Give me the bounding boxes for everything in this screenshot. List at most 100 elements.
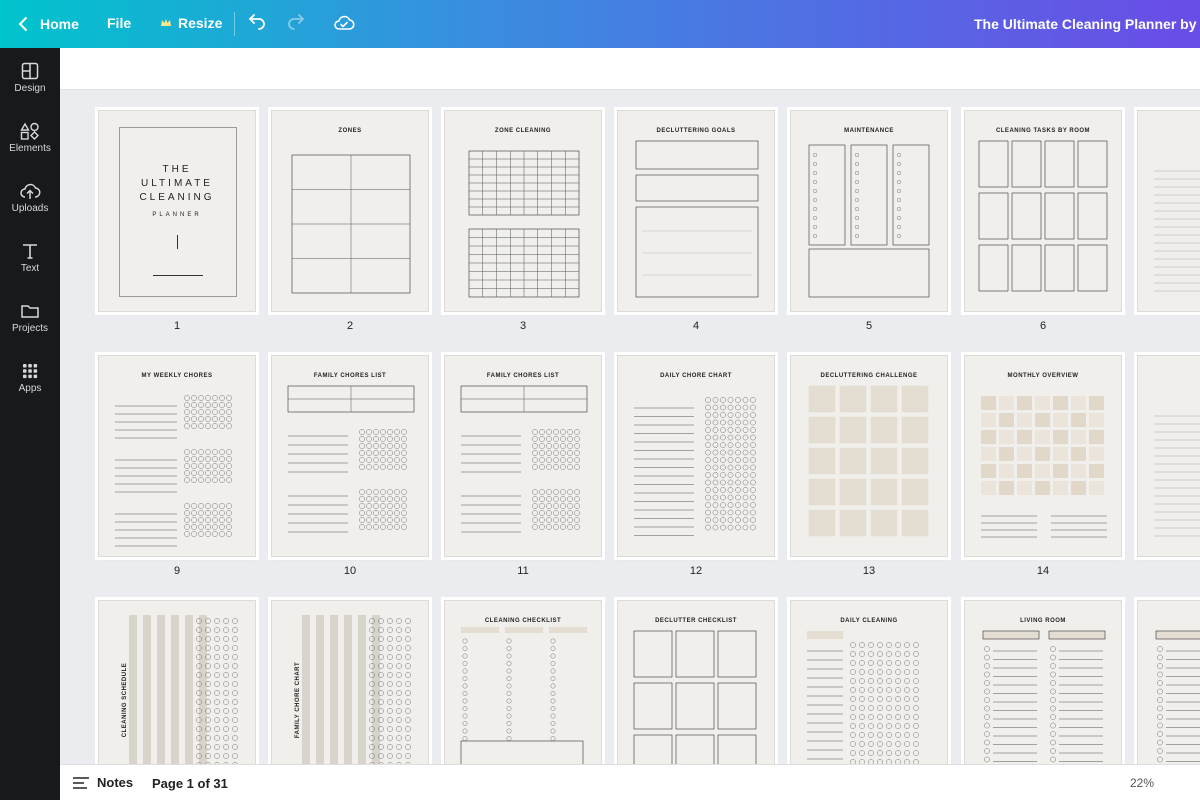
page-number: 14: [1036, 565, 1050, 577]
redo-icon: [288, 14, 305, 30]
page-thumbnail-graphic: [981, 396, 1107, 538]
page-thumbnail-graphic: [460, 385, 588, 533]
page-thumbnail-graphic: [634, 397, 756, 536]
sidebar-item-label: Projects: [11, 323, 49, 334]
page-thumbnail[interactable]: LIVING ROOM: [964, 600, 1122, 764]
editor-header-strip: [60, 48, 1200, 90]
undo-button[interactable]: [247, 13, 267, 38]
cloud-upload-icon: [20, 183, 41, 199]
page-thumbnail[interactable]: CLEA: [1137, 355, 1200, 557]
page-thumbnail[interactable]: [1137, 600, 1200, 764]
page-thumbnail[interactable]: ZONE CLEANING: [444, 110, 602, 312]
resize-label: Resize: [178, 15, 223, 31]
crown-icon: [161, 19, 171, 26]
home-button[interactable]: Home: [16, 14, 79, 34]
page-thumbnail-graphic: [460, 627, 587, 764]
page-thumbnail-graphic: [635, 140, 759, 298]
sidebar-item-label: Design: [14, 83, 46, 94]
sidebar-item-elements[interactable]: Elements: [0, 122, 60, 154]
notes-button[interactable]: Notes: [72, 775, 133, 790]
cloud-check-icon: [334, 15, 355, 30]
cover-title-line: ULTIMATE: [141, 178, 213, 189]
page-indicator[interactable]: Page 1 of 31: [152, 776, 228, 791]
cover-subtitle: PLANNER: [152, 212, 202, 218]
sidebar-item-uploads[interactable]: Uploads: [0, 182, 60, 214]
page-thumbnail[interactable]: ZONES: [271, 110, 429, 312]
sidebar-item-design[interactable]: Design: [0, 62, 60, 94]
page-thumbnail[interactable]: MAINTENANCE: [790, 110, 948, 312]
page-number: 4: [692, 320, 700, 332]
file-label: File: [107, 15, 132, 31]
home-label: Home: [40, 16, 79, 32]
toolbar-divider: [234, 12, 235, 36]
page-thumbnail-graphic: [1155, 630, 1200, 763]
page-thumbnail-graphic: [982, 630, 1106, 763]
page-thumbnail[interactable]: DECLUTTERING GOALS: [617, 110, 775, 312]
page-thumbnail[interactable]: MY WEEKLY CHORES: [98, 355, 256, 557]
notes-label: Notes: [97, 775, 134, 790]
page-number: 12: [689, 565, 703, 577]
page-thumbnail[interactable]: MONTHLY OVERVIEW: [964, 355, 1122, 557]
page-thumbnail-graphic: [1154, 415, 1200, 537]
page-thumbnail[interactable]: DECLUTTER CHECKLIST: [617, 600, 775, 764]
page-thumbnail[interactable]: DAILY CLEANING: [790, 600, 948, 764]
page-number: 5: [865, 320, 873, 332]
page-thumbnail-graphic: [633, 630, 757, 764]
page-thumbnail-graphic: [978, 140, 1108, 292]
page-number: 10: [343, 565, 357, 577]
page-thumbnail-graphic: [468, 150, 580, 298]
page-thumbnail[interactable]: CLEANING TASKS BY ROOM: [964, 110, 1122, 312]
cover-title-line: THE: [162, 164, 192, 175]
layout-icon: [21, 62, 39, 80]
page-thumbnail[interactable]: FAMILY CHORE CHART: [271, 600, 429, 764]
page-thumbnail-graphic: [808, 385, 929, 537]
side-panel: Design Elements Uploads Text Projects Ap…: [0, 48, 60, 800]
page-thumbnail-graphic: [807, 631, 919, 764]
sidebar-item-label: Uploads: [11, 203, 49, 214]
design-title[interactable]: The Ultimate Cleaning Planner by HelloB: [974, 16, 1200, 32]
zoom-level[interactable]: 22%: [1130, 776, 1154, 790]
folder-icon: [21, 305, 39, 318]
cover-title-line: CLEANING: [139, 192, 215, 203]
apps-grid-icon: [23, 364, 38, 379]
cover-underline: [153, 275, 203, 276]
page-number: 11: [517, 565, 529, 577]
bottom-toolbar: Notes Page 1 of 31 22%: [60, 764, 1200, 800]
page-thumbnail[interactable]: CHO: [1137, 110, 1200, 312]
save-status-button[interactable]: [333, 12, 355, 39]
sidebar-item-label: Text: [20, 263, 40, 274]
cover-divider: [177, 235, 178, 249]
page-thumbnail[interactable]: CLEANING CHECKLIST: [444, 600, 602, 764]
page-thumbnail-graphic: [287, 385, 415, 533]
page-thumbnail[interactable]: FAMILY CHORES LIST: [444, 355, 602, 557]
resize-button[interactable]: Resize: [160, 15, 222, 31]
sidebar-item-label: Apps: [18, 383, 42, 394]
page-grid[interactable]: THE ULTIMATE CLEANING PLANNER 1 ZONES 2 ZONE CL…: [60, 90, 1200, 764]
page-number: 3: [519, 320, 527, 332]
page-thumbnail-graphic: [129, 615, 238, 764]
redo-button[interactable]: [286, 13, 306, 38]
page-thumbnail[interactable]: CLEANING SCHEDULE: [98, 600, 256, 764]
notes-icon: [73, 776, 89, 789]
top-toolbar: Home File Resize The Ultimate Cleaning P…: [0, 0, 1200, 48]
text-icon: [23, 244, 37, 259]
page-thumbnail-graphic: [302, 615, 411, 764]
page-thumbnail-graphic: [291, 154, 411, 294]
sidebar-item-label: Elements: [9, 143, 51, 154]
page-number: 2: [346, 320, 354, 332]
sidebar-item-text[interactable]: Text: [0, 242, 60, 274]
page-thumbnail-graphic: [1154, 170, 1200, 292]
page-thumbnail[interactable]: THE ULTIMATE CLEANING PLANNER: [98, 110, 256, 312]
page-thumbnail[interactable]: DECLUTTERING CHALLENGE: [790, 355, 948, 557]
page-thumbnail[interactable]: DAILY CHORE CHART: [617, 355, 775, 557]
sidebar-item-apps[interactable]: Apps: [0, 362, 60, 394]
page-thumbnail-graphic: [808, 144, 930, 298]
page-number: 9: [173, 565, 181, 577]
page-number: 6: [1039, 320, 1047, 332]
sidebar-item-projects[interactable]: Projects: [0, 302, 60, 334]
page-thumbnail[interactable]: FAMILY CHORES LIST: [271, 355, 429, 557]
page-number: 1: [173, 320, 181, 332]
page-number: 13: [862, 565, 876, 577]
file-menu-button[interactable]: File: [107, 15, 131, 31]
shapes-icon: [20, 122, 39, 140]
